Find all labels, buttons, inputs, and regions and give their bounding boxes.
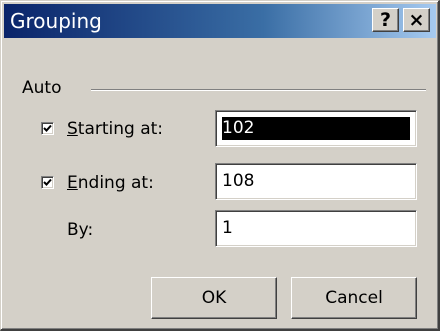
by-label: By: bbox=[67, 220, 94, 240]
grouping-dialog: Grouping ? × Auto Starting at: 102 Endin… bbox=[0, 0, 440, 331]
group-divider bbox=[91, 89, 426, 91]
by-input[interactable]: 1 bbox=[215, 210, 417, 247]
ok-button[interactable]: OK bbox=[151, 277, 277, 319]
ending-at-input[interactable]: 108 bbox=[215, 163, 417, 200]
ending-at-checkbox[interactable] bbox=[41, 176, 54, 189]
ending-at-label: Ending at: bbox=[67, 173, 154, 193]
title-bar[interactable]: Grouping ? × bbox=[4, 4, 436, 38]
help-button[interactable]: ? bbox=[372, 8, 399, 32]
dialog-title: Grouping bbox=[10, 9, 102, 33]
starting-at-checkbox[interactable] bbox=[41, 122, 54, 135]
cancel-button[interactable]: Cancel bbox=[291, 277, 417, 319]
starting-at-label: Starting at: bbox=[67, 119, 164, 139]
starting-at-input[interactable]: 102 bbox=[215, 110, 417, 147]
auto-group-label: Auto bbox=[22, 78, 62, 98]
close-button[interactable]: × bbox=[403, 8, 430, 32]
checkmark-icon bbox=[43, 124, 52, 132]
checkmark-icon bbox=[43, 178, 52, 186]
